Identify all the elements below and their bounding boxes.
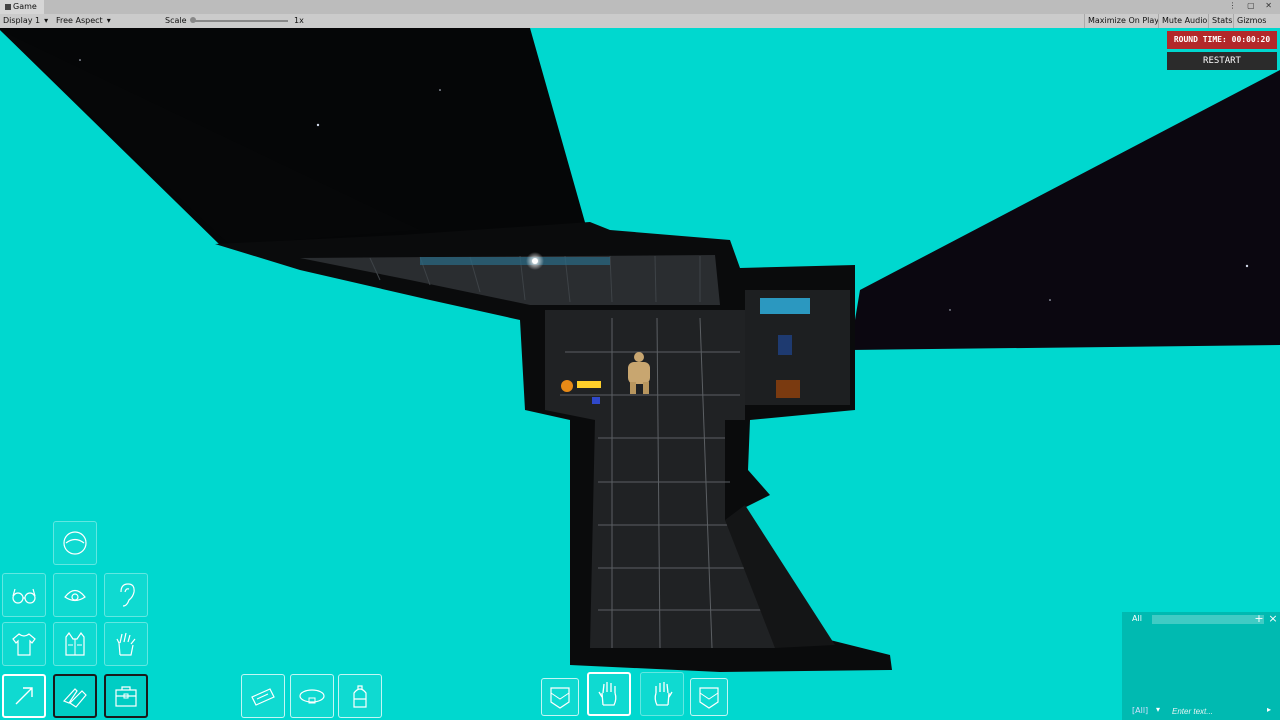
head-slot[interactable] bbox=[53, 521, 97, 565]
mask-slot[interactable] bbox=[53, 573, 97, 617]
vest-icon bbox=[65, 631, 85, 656]
game-tab[interactable]: Game bbox=[0, 0, 44, 14]
ears-slot[interactable] bbox=[104, 573, 148, 617]
pocket-icon bbox=[550, 687, 570, 709]
orange-item[interactable] bbox=[561, 380, 573, 392]
chat-panel: All + × [All] ▾ ▸ bbox=[1122, 612, 1280, 720]
left-hand-slot[interactable] bbox=[587, 672, 631, 716]
mask-icon bbox=[64, 589, 86, 602]
id-card-icon bbox=[251, 688, 275, 706]
window-controls[interactable]: ⋮ ▢ ✕ bbox=[1229, 1, 1276, 10]
hand-icon bbox=[598, 682, 617, 706]
back-slot[interactable] bbox=[338, 674, 382, 718]
shoe-icon bbox=[62, 688, 87, 708]
chat-channel-label[interactable]: [All] bbox=[1132, 706, 1148, 715]
glasses-icon bbox=[12, 588, 36, 604]
chat-input[interactable] bbox=[1172, 704, 1264, 718]
stats-toggle[interactable]: Stats bbox=[1208, 14, 1235, 28]
scale-slider-knob[interactable] bbox=[190, 17, 196, 23]
helmet-icon bbox=[63, 531, 87, 555]
ceiling-light-core bbox=[532, 258, 538, 264]
window-strip bbox=[420, 257, 610, 265]
scale-slider-track[interactable] bbox=[192, 20, 288, 22]
belt-slot[interactable] bbox=[290, 674, 334, 718]
belt-icon bbox=[299, 689, 325, 704]
gloves-slot[interactable] bbox=[104, 622, 148, 666]
game-scene[interactable] bbox=[0, 28, 1280, 720]
close-chat-icon[interactable]: × bbox=[1267, 612, 1279, 626]
mute-audio-toggle[interactable]: Mute Audio bbox=[1158, 14, 1210, 28]
display-dropdown[interactable]: Display 1 bbox=[3, 14, 48, 28]
aspect-dropdown[interactable]: Free Aspect bbox=[56, 14, 158, 28]
game-view-toolbar: Display 1 Free Aspect Scale 1x Maximize … bbox=[0, 14, 1280, 29]
toggle-inventory-slot[interactable] bbox=[2, 674, 46, 718]
backpack-icon bbox=[353, 685, 367, 708]
ear-icon bbox=[120, 583, 135, 607]
right-pocket-slot[interactable] bbox=[690, 678, 728, 716]
orange-chairs bbox=[776, 380, 800, 398]
bag-icon bbox=[115, 686, 137, 707]
restart-button[interactable]: RESTART bbox=[1167, 52, 1277, 70]
add-tab-icon[interactable]: + bbox=[1253, 612, 1265, 626]
blue-item[interactable] bbox=[592, 397, 600, 404]
maximize-on-play-toggle[interactable]: Maximize On Play bbox=[1084, 14, 1162, 28]
shoes-slot[interactable] bbox=[53, 674, 97, 718]
hand-icon bbox=[654, 682, 673, 706]
game-tab-label: Game bbox=[13, 2, 37, 11]
left-pocket-slot[interactable] bbox=[541, 678, 579, 716]
chat-tab-scrollbar[interactable] bbox=[1152, 615, 1264, 624]
chat-input-bar: [All] ▾ ▸ bbox=[1122, 702, 1280, 720]
send-icon[interactable]: ▸ bbox=[1267, 705, 1271, 714]
blue-canisters bbox=[778, 335, 792, 355]
suit-slot[interactable] bbox=[53, 622, 97, 666]
arrow-icon bbox=[15, 687, 33, 705]
right-hand-slot[interactable] bbox=[640, 672, 684, 716]
aspect-label: Free Aspect bbox=[56, 16, 103, 25]
gizmos-dropdown[interactable]: Gizmos bbox=[1233, 14, 1269, 28]
glove-icon bbox=[116, 632, 136, 656]
scale-label: Scale bbox=[165, 16, 187, 25]
channel-dropdown-icon[interactable]: ▾ bbox=[1156, 705, 1160, 714]
glowing-tool[interactable] bbox=[577, 381, 601, 388]
pocket-icon bbox=[699, 687, 719, 709]
round-time-display: ROUND TIME: 00:00:20 bbox=[1167, 31, 1277, 49]
id-slot[interactable] bbox=[241, 674, 285, 718]
right-room-window bbox=[760, 298, 810, 314]
eyes-slot[interactable] bbox=[2, 573, 46, 617]
game-tab-icon bbox=[5, 3, 11, 10]
chat-header: All + × bbox=[1122, 612, 1280, 626]
shirt-icon bbox=[12, 633, 36, 656]
editor-tab-bar: Game ⋮ ▢ ✕ bbox=[0, 0, 1280, 15]
uniform-slot[interactable] bbox=[2, 622, 46, 666]
backpack-slot[interactable] bbox=[104, 674, 148, 718]
scale-value: 1x bbox=[294, 16, 304, 25]
